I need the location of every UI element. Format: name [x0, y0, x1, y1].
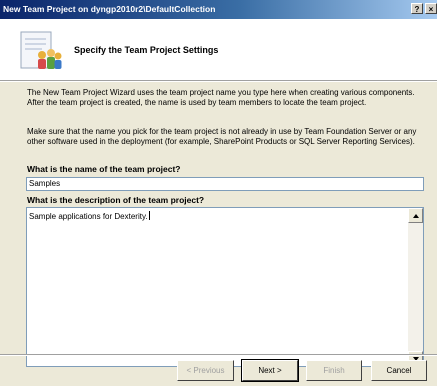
next-button[interactable]: Next >	[241, 359, 299, 382]
cancel-button[interactable]: Cancel	[371, 360, 427, 381]
text-caret	[148, 211, 150, 220]
wizard-content: The New Team Project Wizard uses the tea…	[0, 82, 437, 386]
close-button[interactable]: ×	[425, 3, 437, 14]
description-value: Sample applications for Dexterity.	[29, 212, 148, 221]
finish-button[interactable]: Finish	[306, 360, 362, 381]
previous-button[interactable]: < Previous	[177, 360, 234, 381]
project-description-textarea[interactable]: Sample applications for Dexterity.	[26, 207, 424, 367]
titlebar-buttons: ? ×	[411, 3, 437, 14]
wizard-document-people-icon	[20, 31, 62, 69]
arrow-up-icon	[412, 213, 419, 218]
description-text: Sample applications for Dexterity.	[29, 211, 150, 221]
footer-divider	[0, 354, 437, 356]
project-name-label: What is the name of the team project?	[27, 164, 181, 174]
help-button[interactable]: ?	[411, 3, 423, 14]
uniqueness-paragraph: Make sure that the name you pick for the…	[27, 127, 417, 146]
window-title: New Team Project on dyngp2010r2\DefaultC…	[3, 4, 216, 14]
project-name-input[interactable]: Samples	[26, 177, 424, 191]
wizard-header: Specify the Team Project Settings	[0, 19, 437, 80]
window-titlebar[interactable]: New Team Project on dyngp2010r2\DefaultC…	[0, 0, 437, 19]
intro-paragraph: The New Team Project Wizard uses the tea…	[27, 88, 415, 107]
page-title: Specify the Team Project Settings	[74, 45, 219, 55]
description-scrollbar[interactable]	[408, 208, 423, 366]
project-description-label: What is the description of the team proj…	[27, 195, 205, 205]
scroll-up-button[interactable]	[408, 208, 423, 223]
